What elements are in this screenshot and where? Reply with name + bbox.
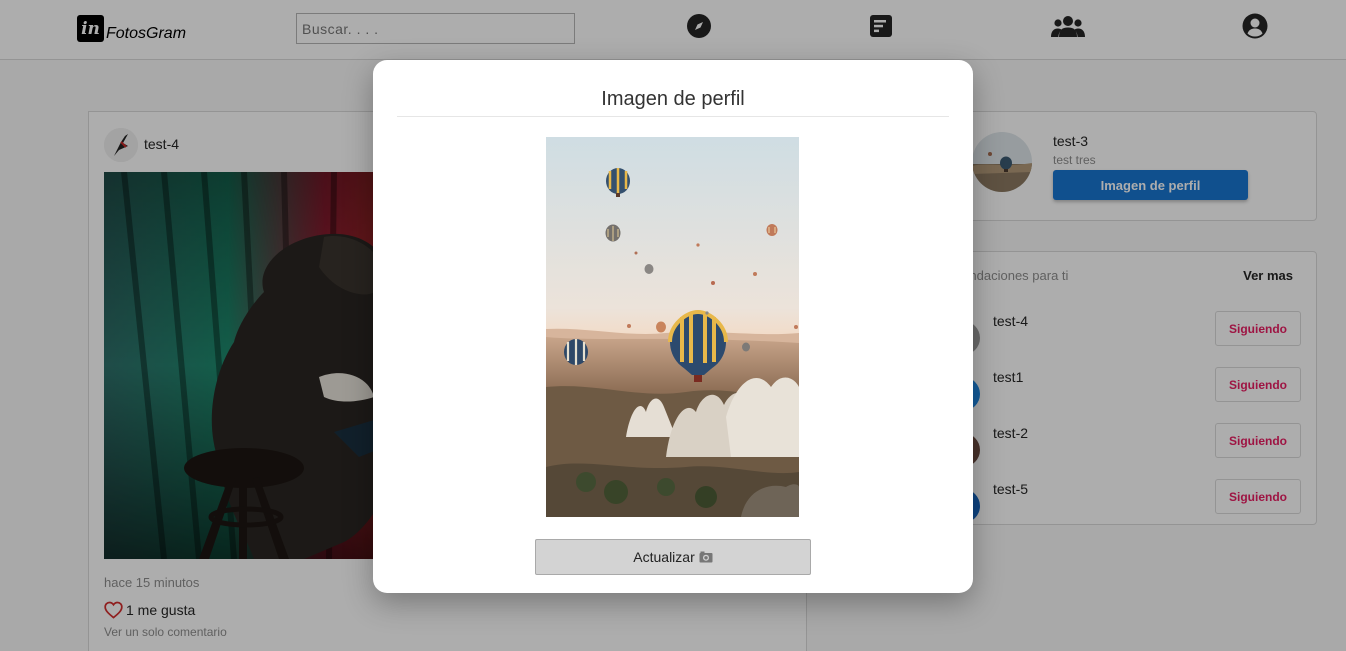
profile-image-modal: Imagen de perfil Actualizar [373,60,973,593]
update-button[interactable]: Actualizar [535,539,811,575]
camera-icon [699,551,713,563]
divider [397,116,949,117]
profile-image-preview [546,137,799,517]
modal-title: Imagen de perfil [601,88,745,110]
update-label: Actualizar [633,549,695,565]
